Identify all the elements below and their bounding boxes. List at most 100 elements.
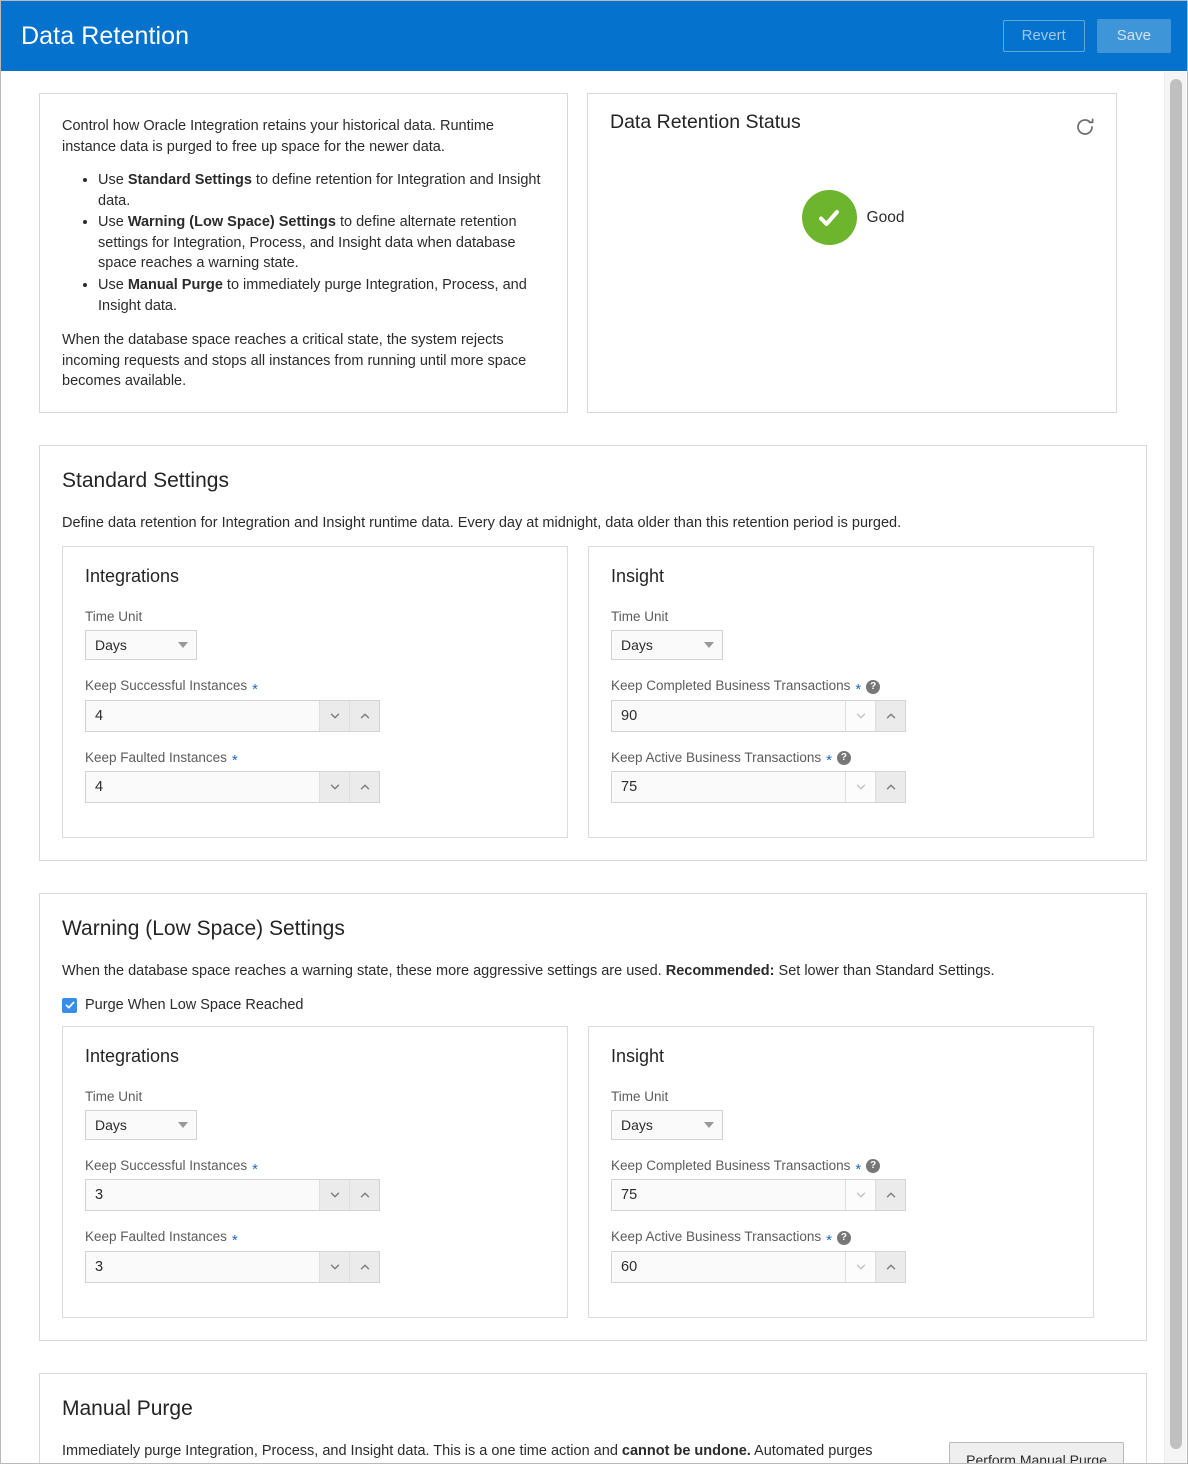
panel-title: Integrations (85, 566, 180, 587)
manual-purge-section: Manual Purge Immediately purge Integrati… (39, 1372, 1147, 1463)
refresh-icon[interactable] (1074, 116, 1096, 138)
stepper-up-button[interactable] (875, 771, 905, 802)
standard-integrations-faulted-stepper[interactable] (85, 770, 380, 803)
label-text: Keep Completed Business Transactions (611, 678, 851, 694)
vertical-scrollbar[interactable] (1164, 72, 1186, 1463)
field-label: Time Unit (611, 1089, 1071, 1105)
intro-card: Control how Oracle Integration retains y… (39, 93, 568, 413)
warning-insight-time-unit-select[interactable]: Days (611, 1110, 723, 1141)
warning-integrations-faulted-input[interactable] (86, 1251, 319, 1282)
warning-integrations-successful-stepper[interactable] (85, 1179, 380, 1212)
purge-when-low-space-row[interactable]: Purge When Low Space Reached (62, 997, 1124, 1013)
field-label: Keep Successful Instances * (85, 678, 545, 698)
stepper-down-button[interactable] (845, 771, 875, 802)
warning-integrations-successful-field: Keep Successful Instances * (85, 1158, 545, 1212)
warning-insight-completed-input[interactable] (612, 1180, 845, 1211)
warning-insight-completed-stepper[interactable] (611, 1179, 906, 1212)
desc-bold: Recommended: (665, 962, 775, 979)
stepper-down-button[interactable] (319, 1180, 349, 1211)
stepper-down-button[interactable] (319, 700, 349, 731)
list-item: Use Standard Settings to define retentio… (98, 170, 543, 211)
warning-insight-active-stepper[interactable] (611, 1250, 906, 1283)
bullet-lead: Use (98, 277, 128, 294)
field-label: Keep Active Business Transactions * ? (611, 749, 1071, 768)
standard-integrations-time-unit-select[interactable]: Days (85, 630, 197, 661)
panel-title: Insight (611, 566, 665, 587)
label-text: Keep Successful Instances (85, 1158, 248, 1174)
required-asterisk-icon: * (855, 1160, 862, 1178)
required-asterisk-icon: * (231, 752, 238, 770)
standard-integrations-successful-stepper[interactable] (85, 699, 380, 732)
warning-settings-panels: Integrations Time Unit Days Keep Success… (62, 1026, 1124, 1318)
stepper-down-button[interactable] (319, 1251, 349, 1282)
standard-integrations-successful-field: Keep Successful Instances * (85, 678, 545, 732)
required-asterisk-icon: * (252, 681, 258, 698)
save-button[interactable]: Save (1096, 18, 1171, 54)
stepper-up-button[interactable] (349, 1180, 379, 1211)
standard-integrations-successful-input[interactable] (86, 700, 319, 731)
stepper-down-button[interactable] (845, 1251, 875, 1282)
label-text: Keep Active Business Transactions (611, 749, 822, 765)
scrollbar-thumb[interactable] (1170, 79, 1182, 1449)
label-text: Keep Faulted Instances (85, 749, 227, 765)
standard-insight-completed-input[interactable] (612, 700, 845, 731)
stepper-down-button[interactable] (845, 1180, 875, 1211)
warning-insight-active-field: Keep Active Business Transactions * ? (611, 1229, 1071, 1283)
help-icon[interactable]: ? (836, 1230, 851, 1245)
standard-insight-panel: Insight Time Unit Days Keep Completed Bu… (588, 546, 1094, 838)
stepper-up-button[interactable] (349, 1251, 379, 1282)
purge-when-low-space-checkbox[interactable] (62, 997, 77, 1013)
warning-insight-completed-field: Keep Completed Business Transactions * ? (611, 1158, 1071, 1212)
warning-insight-active-input[interactable] (612, 1251, 845, 1282)
standard-insight-completed-field: Keep Completed Business Transactions * ? (611, 678, 1071, 732)
standard-settings-title: Standard Settings (62, 468, 229, 492)
field-label: Keep Successful Instances * (85, 1158, 545, 1177)
page-content: Control how Oracle Integration retains y… (1, 71, 1187, 1463)
warning-integrations-time-unit-field: Time Unit Days (85, 1089, 545, 1141)
stepper-up-button[interactable] (875, 700, 905, 731)
revert-button[interactable]: Revert (1002, 19, 1085, 53)
stepper-up-button[interactable] (875, 1180, 905, 1211)
stepper-down-button[interactable] (319, 771, 349, 802)
field-label: Keep Completed Business Transactions * ? (611, 678, 1071, 697)
status-check-icon (801, 190, 857, 245)
bullet-lead: Use (98, 172, 128, 189)
stepper-up-button[interactable] (349, 700, 379, 731)
list-item: Use Warning (Low Space) Settings to defi… (98, 212, 543, 274)
page-title: Data Retention (21, 21, 190, 50)
chevron-down-icon (178, 1122, 188, 1129)
chevron-down-icon (178, 642, 188, 649)
field-label: Keep Active Business Transactions * ? (611, 1229, 1071, 1248)
warning-settings-title: Warning (Low Space) Settings (62, 916, 345, 940)
intro-paragraph-2: When the database space reaches a critic… (62, 332, 527, 390)
standard-integrations-faulted-input[interactable] (86, 771, 319, 802)
standard-integrations-time-unit-field: Time Unit Days (85, 609, 545, 661)
warning-integrations-faulted-stepper[interactable] (85, 1250, 380, 1283)
perform-manual-purge-button[interactable]: Perform Manual Purge (949, 1441, 1124, 1463)
warning-integrations-time-unit-select[interactable]: Days (85, 1110, 197, 1141)
stepper-down-button[interactable] (845, 700, 875, 731)
standard-settings-description: Define data retention for Integration an… (62, 515, 902, 532)
stepper-up-button[interactable] (875, 1251, 905, 1282)
standard-insight-completed-stepper[interactable] (611, 699, 906, 732)
data-retention-page: Data Retention Revert Save Control how O… (0, 0, 1188, 1464)
list-item: Use Manual Purge to immediately purge In… (98, 275, 543, 316)
help-icon[interactable]: ? (866, 679, 881, 694)
standard-settings-panels: Integrations Time Unit Days Keep Success… (62, 546, 1124, 838)
standard-insight-time-unit-select[interactable]: Days (611, 630, 723, 661)
bullet-bold: Standard Settings (127, 172, 252, 189)
standard-integrations-panel: Integrations Time Unit Days Keep Success… (62, 546, 568, 838)
help-icon[interactable]: ? (836, 750, 851, 765)
stepper-up-button[interactable] (349, 771, 379, 802)
status-value: Good (866, 208, 905, 226)
select-value: Days (621, 637, 653, 654)
field-label: Keep Completed Business Transactions * ? (611, 1158, 1071, 1178)
help-icon[interactable]: ? (866, 1159, 881, 1174)
warning-integrations-panel: Integrations Time Unit Days Keep Success… (62, 1026, 568, 1318)
chevron-down-icon (704, 642, 714, 649)
standard-insight-active-input[interactable] (612, 771, 845, 802)
data-retention-status-card: Data Retention Status Good (587, 93, 1117, 413)
standard-insight-active-stepper[interactable] (611, 770, 906, 803)
desc-part-1: When the database space reaches a warnin… (62, 962, 666, 979)
warning-integrations-successful-input[interactable] (86, 1180, 319, 1211)
